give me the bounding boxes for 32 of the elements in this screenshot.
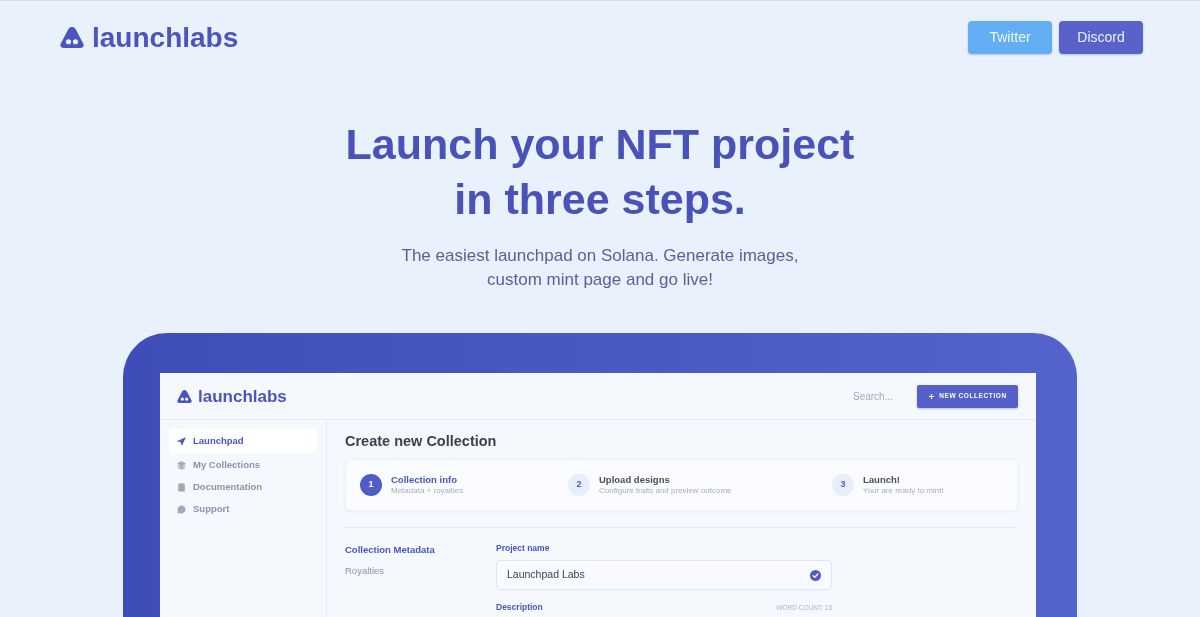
sidebar-item[interactable]: Documentation	[169, 477, 317, 497]
page-title: Create new Collection	[345, 432, 498, 450]
step-subtitle: Your are ready to mint!	[863, 486, 944, 496]
step-number: 2	[568, 474, 590, 496]
sidebar-item[interactable]: My Collections	[169, 455, 317, 475]
project-name-input[interactable]: Launchpad Labs	[496, 560, 832, 590]
field-label: Project name	[496, 543, 550, 554]
brand-logo-text[interactable]: launchlabs	[92, 23, 239, 52]
logo-icon	[177, 389, 192, 403]
navigation-arrow-icon	[177, 436, 186, 446]
search-field[interactable]: Search...	[853, 388, 907, 404]
step-subtitle: Metadata + royalties	[391, 486, 464, 496]
step-title: Upload designs	[599, 474, 671, 486]
hero-subtitle: The easiest launchpad on Solana. Generate images, custom mint page and go live!	[401, 245, 799, 291]
step-number: 3	[832, 474, 854, 496]
section-link[interactable]: Collection Metadata	[345, 543, 435, 556]
discord-button[interactable]: Discord	[1059, 21, 1143, 54]
field-label: Description	[496, 602, 543, 613]
sidebar-item[interactable]: Support	[169, 499, 317, 519]
step-title: Collection info	[391, 474, 458, 486]
sidebar-item[interactable]: Launchpad	[169, 429, 317, 453]
layers-icon	[177, 460, 186, 470]
logo-icon	[60, 27, 84, 48]
section-link[interactable]: Royalties	[345, 564, 385, 577]
step-number: 1	[360, 474, 382, 496]
plus-icon	[928, 392, 936, 400]
chat-bubble-icon	[177, 504, 186, 514]
step-subtitle: Configure traits and preview outcome	[599, 486, 732, 496]
book-icon	[177, 482, 186, 492]
hero-headline: Launch your NFT project in three steps.	[345, 119, 855, 225]
step-title: Launch!	[863, 474, 901, 486]
app-logo-text[interactable]: launchlabs	[198, 387, 287, 405]
